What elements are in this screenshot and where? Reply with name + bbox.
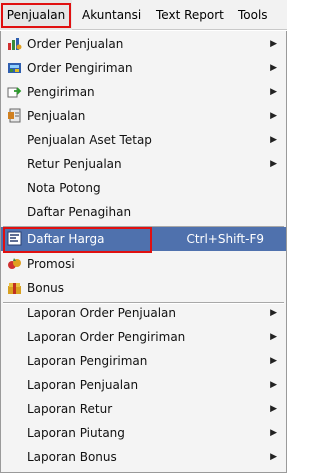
shipping-icon	[7, 87, 22, 98]
menu-item-daftar-harga[interactable]: Daftar Harga Ctrl+Shift-F9	[1, 227, 286, 251]
shortcut-label: Ctrl+Shift-F9	[186, 232, 264, 246]
submenu-arrow-icon: ▶	[270, 87, 277, 97]
order-shipping-icon	[8, 63, 21, 73]
menu-item-order-penjualan[interactable]: Order Penjualan ▶	[1, 32, 286, 56]
submenu-arrow-icon: ▶	[270, 308, 277, 318]
menu-item-penjualan-aset-tetap[interactable]: Penjualan Aset Tetap ▶	[1, 128, 286, 152]
submenu-arrow-icon: ▶	[270, 332, 277, 342]
menu-item-laporan-order-penjualan[interactable]: Laporan Order Penjualan ▶	[1, 301, 286, 325]
penjualan-dropdown-menu: Order Penjualan ▶ Order Pengiriman ▶ Pen…	[0, 31, 287, 473]
menu-item-nota-potong[interactable]: Nota Potong	[1, 176, 286, 200]
submenu-arrow-icon: ▶	[270, 159, 277, 169]
bonus-icon	[8, 283, 21, 294]
menu-item-daftar-penagihan[interactable]: Daftar Penagihan	[1, 200, 286, 224]
menubar-item-tools[interactable]: Tools	[238, 0, 268, 30]
menu-item-laporan-bonus[interactable]: Laporan Bonus ▶	[1, 445, 286, 469]
menu-item-retur-penjualan[interactable]: Retur Penjualan ▶	[1, 152, 286, 176]
menu-item-penjualan[interactable]: Penjualan ▶	[1, 104, 286, 128]
submenu-arrow-icon: ▶	[270, 404, 277, 414]
submenu-arrow-icon: ▶	[270, 356, 277, 366]
submenu-arrow-icon: ▶	[270, 428, 277, 438]
sales-icon	[8, 108, 21, 123]
menu-item-laporan-pengiriman[interactable]: Laporan Pengiriman ▶	[1, 349, 286, 373]
menu-item-order-pengiriman[interactable]: Order Pengiriman ▶	[1, 56, 286, 80]
menu-item-laporan-penjualan[interactable]: Laporan Penjualan ▶	[1, 373, 286, 397]
submenu-arrow-icon: ▶	[270, 380, 277, 390]
menubar-item-text-report[interactable]: Text Report	[156, 0, 224, 30]
menu-item-promosi[interactable]: Promosi	[1, 252, 286, 276]
order-sales-icon	[8, 38, 22, 50]
menu-item-laporan-retur[interactable]: Laporan Retur ▶	[1, 397, 286, 421]
menu-item-bonus[interactable]: Bonus	[1, 276, 286, 300]
submenu-arrow-icon: ▶	[270, 111, 277, 121]
price-list-icon	[7, 231, 22, 246]
submenu-arrow-icon: ▶	[270, 39, 277, 49]
submenu-arrow-icon: ▶	[270, 63, 277, 73]
menu-item-laporan-piutang[interactable]: Laporan Piutang ▶	[1, 421, 286, 445]
menubar-item-akuntansi[interactable]: Akuntansi	[82, 0, 141, 30]
menubar-item-penjualan[interactable]: Penjualan	[0, 0, 72, 30]
menu-item-pengiriman[interactable]: Pengiriman ▶	[1, 80, 286, 104]
promotion-icon	[8, 258, 21, 269]
submenu-arrow-icon: ▶	[270, 452, 277, 462]
menu-item-laporan-order-pengiriman[interactable]: Laporan Order Pengiriman ▶	[1, 325, 286, 349]
menu-bar: Penjualan Akuntansi Text Report Tools	[0, 0, 287, 30]
submenu-arrow-icon: ▶	[270, 135, 277, 145]
